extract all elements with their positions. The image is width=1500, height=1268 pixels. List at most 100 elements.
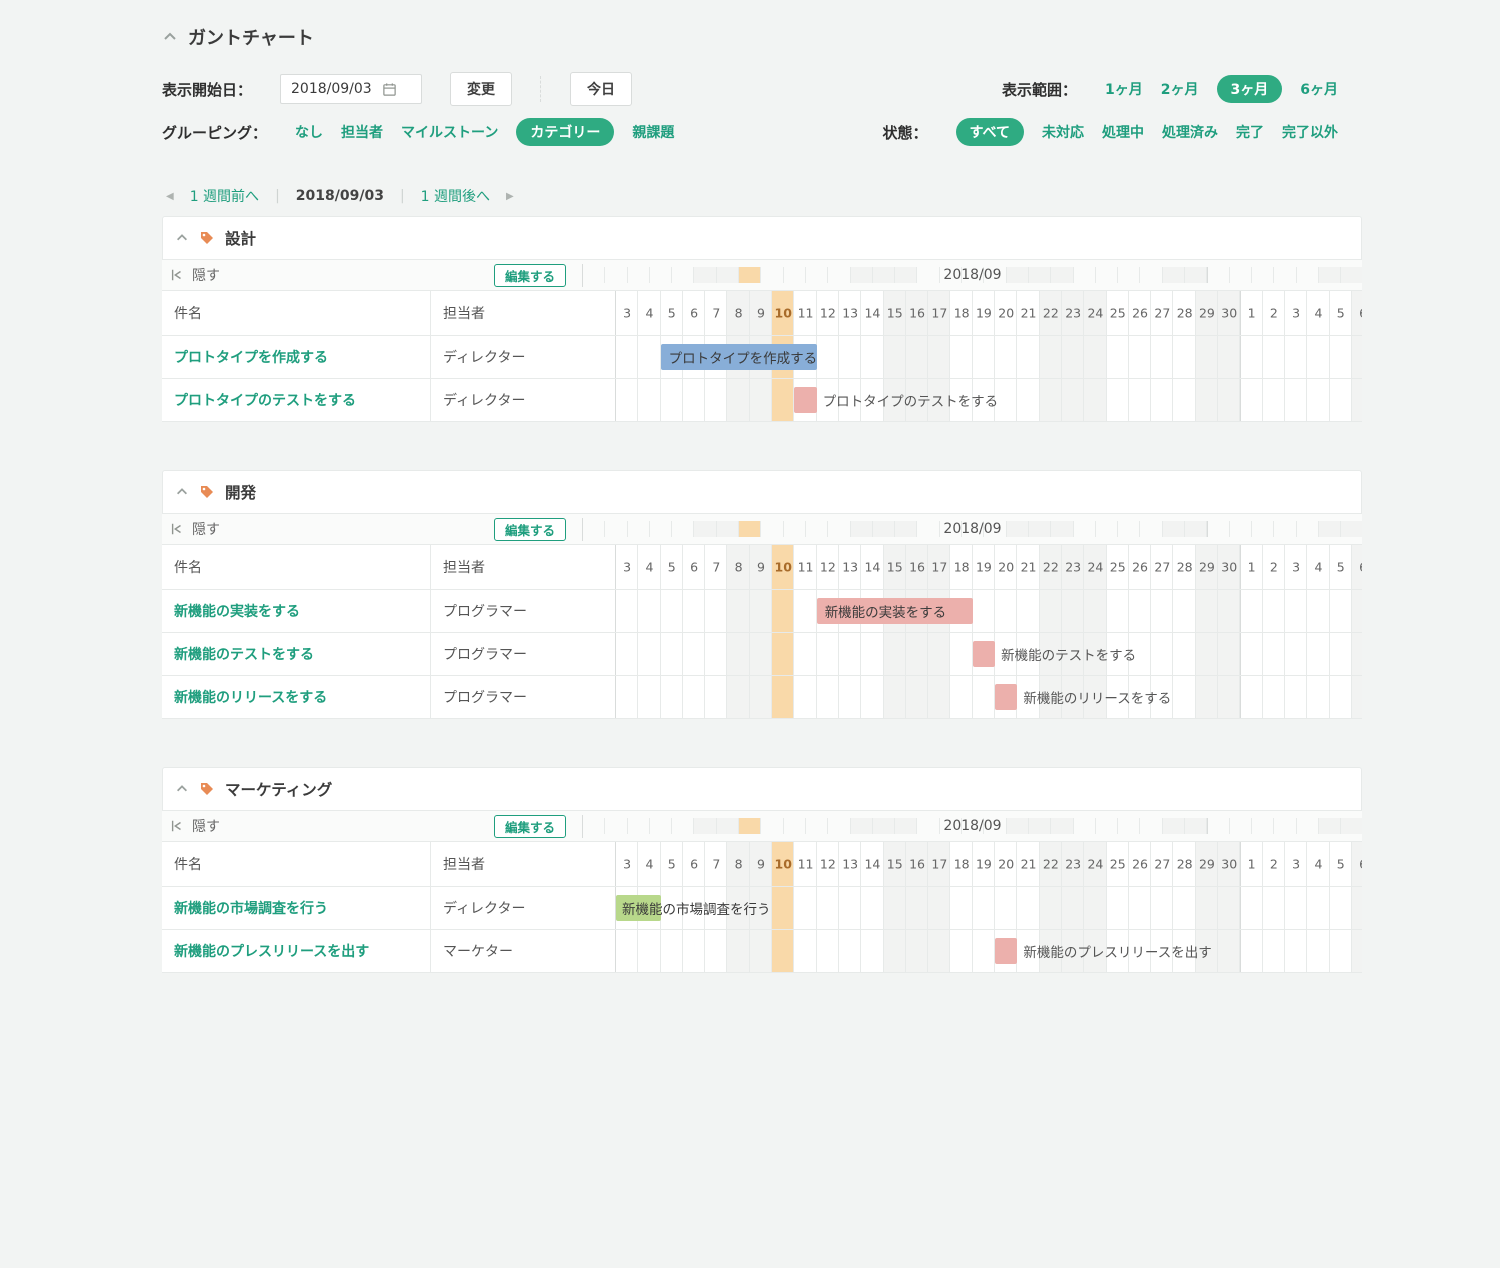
edit-button[interactable]: 編集する bbox=[494, 518, 566, 541]
task-row: 新機能のリリースをする プログラマー 新機能のリリースをする bbox=[162, 676, 1362, 718]
grouping-option[interactable]: 親課題 bbox=[632, 122, 674, 142]
task-assignee: マーケター bbox=[431, 930, 615, 972]
task-subject[interactable]: 新機能の実装をする bbox=[174, 601, 300, 621]
task-assignee: ディレクター bbox=[431, 336, 615, 378]
start-date-label: 表示開始日： bbox=[162, 79, 252, 100]
status-option[interactable]: 完了 bbox=[1236, 122, 1264, 142]
edit-button[interactable]: 編集する bbox=[494, 264, 566, 287]
change-button[interactable]: 変更 bbox=[450, 72, 512, 106]
range-option[interactable]: 6ヶ月 bbox=[1300, 79, 1338, 99]
grouping-options: なし担当者マイルストーンカテゴリー親課題 bbox=[295, 118, 674, 146]
task-assignee: ディレクター bbox=[431, 379, 615, 421]
column-assignee: 担当者 bbox=[431, 291, 615, 335]
task-row: プロトタイプを作成する ディレクター プロトタイプを作成する bbox=[162, 336, 1362, 379]
status-option[interactable]: 未対応 bbox=[1042, 122, 1084, 142]
gantt-grid: 隠す編集する2018/09件名担当者3456789101112131415161… bbox=[162, 810, 1362, 973]
month-label: 2018/09 bbox=[943, 818, 1001, 834]
month-label: 2018/09 bbox=[943, 521, 1001, 537]
tag-icon bbox=[199, 230, 215, 246]
gantt-bar[interactable]: 新機能のプレスリリースを出す bbox=[995, 938, 1017, 964]
week-nav: ◀ 1 週間前へ | 2018/09/03 | 1 週間後へ ▶ bbox=[166, 186, 1362, 206]
gantt-bar[interactable]: 新機能の市場調査を行う bbox=[616, 895, 661, 921]
status-option[interactable]: すべて bbox=[956, 118, 1024, 146]
task-subject[interactable]: 新機能のテストをする bbox=[174, 644, 314, 664]
task-row: 新機能のテストをする プログラマー 新機能のテストをする bbox=[162, 633, 1362, 676]
tag-icon bbox=[199, 781, 215, 797]
task-assignee: プログラマー bbox=[431, 590, 615, 632]
range-option[interactable]: 2ヶ月 bbox=[1161, 79, 1199, 99]
gantt-grid: 隠す編集する2018/09件名担当者3456789101112131415161… bbox=[162, 259, 1362, 422]
group-header[interactable]: 開発 bbox=[162, 470, 1362, 513]
column-subject: 件名 bbox=[162, 545, 431, 589]
hide-panel-icon[interactable] bbox=[170, 522, 184, 536]
group-header[interactable]: 設計 bbox=[162, 216, 1362, 259]
title-row: ガントチャート bbox=[162, 24, 1362, 50]
gantt-bar[interactable]: プロトタイプのテストをする bbox=[794, 387, 816, 413]
grouping-option[interactable]: なし bbox=[295, 122, 323, 142]
group-title: マーケティング bbox=[225, 778, 332, 800]
status-options: すべて未対応処理中処理済み完了完了以外 bbox=[956, 118, 1338, 146]
task-subject[interactable]: 新機能の市場調査を行う bbox=[174, 898, 328, 918]
hide-label[interactable]: 隠す bbox=[192, 265, 220, 285]
page-title: ガントチャート bbox=[188, 24, 314, 50]
task-assignee: プログラマー bbox=[431, 676, 615, 718]
hide-panel-icon[interactable] bbox=[170, 268, 184, 282]
task-row: 新機能の実装をする プログラマー 新機能の実装をする bbox=[162, 590, 1362, 633]
task-row: 新機能のプレスリリースを出す マーケター 新機能のプレスリリースを出す bbox=[162, 930, 1362, 972]
range-label: 表示範囲： bbox=[1002, 79, 1077, 100]
column-subject: 件名 bbox=[162, 291, 431, 335]
controls-row-2: グルーピング： なし担当者マイルストーンカテゴリー親課題 状態： すべて未対応処… bbox=[162, 118, 1338, 146]
status-option[interactable]: 完了以外 bbox=[1282, 122, 1338, 142]
hide-label[interactable]: 隠す bbox=[192, 519, 220, 539]
column-subject: 件名 bbox=[162, 842, 431, 886]
grouping-option[interactable]: 担当者 bbox=[341, 122, 383, 142]
grouping-option[interactable]: カテゴリー bbox=[516, 118, 614, 146]
current-date: 2018/09/03 bbox=[296, 188, 384, 204]
next-arrow-icon[interactable]: ▶ bbox=[506, 191, 514, 202]
task-subject[interactable]: プロトタイプを作成する bbox=[174, 347, 328, 367]
task-row: プロトタイプのテストをする ディレクター プロトタイプのテストをする bbox=[162, 379, 1362, 421]
grouping-option[interactable]: マイルストーン bbox=[401, 122, 498, 142]
gantt-grid: 隠す編集する2018/09件名担当者3456789101112131415161… bbox=[162, 513, 1362, 719]
task-row: 新機能の市場調査を行うディレクター新機能の市場調査を行う bbox=[162, 887, 1362, 930]
group-header[interactable]: マーケティング bbox=[162, 767, 1362, 810]
grouping-label: グルーピング： bbox=[162, 122, 267, 143]
group: 設計隠す編集する2018/09件名担当者34567891011121314151… bbox=[162, 216, 1362, 422]
start-date-input[interactable]: 2018/09/03 bbox=[280, 74, 422, 104]
gantt-bar[interactable]: 新機能の実装をする bbox=[817, 598, 973, 624]
separator bbox=[540, 76, 542, 102]
group-title: 開発 bbox=[225, 481, 256, 503]
task-assignee: プログラマー bbox=[431, 633, 615, 675]
task-subject[interactable]: 新機能のプレスリリースを出す bbox=[174, 941, 369, 961]
status-label: 状態： bbox=[883, 122, 928, 143]
gantt-bar[interactable]: プロトタイプを作成する bbox=[661, 344, 817, 370]
task-subject[interactable]: 新機能のリリースをする bbox=[174, 687, 327, 707]
start-date-value: 2018/09/03 bbox=[291, 81, 372, 97]
collapse-icon[interactable] bbox=[175, 485, 189, 499]
collapse-icon[interactable] bbox=[175, 782, 189, 796]
next-week-link[interactable]: 1 週間後へ bbox=[421, 186, 490, 206]
tag-icon bbox=[199, 484, 215, 500]
today-button[interactable]: 今日 bbox=[570, 72, 632, 106]
hide-label[interactable]: 隠す bbox=[192, 816, 220, 836]
hide-panel-icon[interactable] bbox=[170, 819, 184, 833]
month-label: 2018/09 bbox=[943, 267, 1001, 283]
status-option[interactable]: 処理中 bbox=[1102, 122, 1144, 142]
column-assignee: 担当者 bbox=[431, 545, 615, 589]
prev-arrow-icon[interactable]: ◀ bbox=[166, 191, 174, 202]
range-option[interactable]: 1ヶ月 bbox=[1105, 79, 1143, 99]
collapse-icon[interactable] bbox=[162, 29, 178, 45]
task-assignee: ディレクター bbox=[431, 887, 615, 929]
range-options: 1ヶ月 2ヶ月 3ヶ月 6ヶ月 bbox=[1105, 75, 1338, 103]
range-option[interactable]: 3ヶ月 bbox=[1217, 75, 1283, 103]
gantt-bar[interactable]: 新機能のリリースをする bbox=[995, 684, 1017, 710]
controls-row-1: 表示開始日： 2018/09/03 変更 今日 表示範囲： 1ヶ月 2ヶ月 3ヶ月 6… bbox=[162, 72, 1338, 106]
calendar-icon bbox=[382, 82, 397, 97]
prev-week-link[interactable]: 1 週間前へ bbox=[190, 186, 259, 206]
task-subject[interactable]: プロトタイプのテストをする bbox=[174, 390, 356, 410]
group-title: 設計 bbox=[225, 227, 256, 249]
edit-button[interactable]: 編集する bbox=[494, 815, 566, 838]
collapse-icon[interactable] bbox=[175, 231, 189, 245]
gantt-bar[interactable]: 新機能のテストをする bbox=[973, 641, 995, 667]
status-option[interactable]: 処理済み bbox=[1162, 122, 1218, 142]
